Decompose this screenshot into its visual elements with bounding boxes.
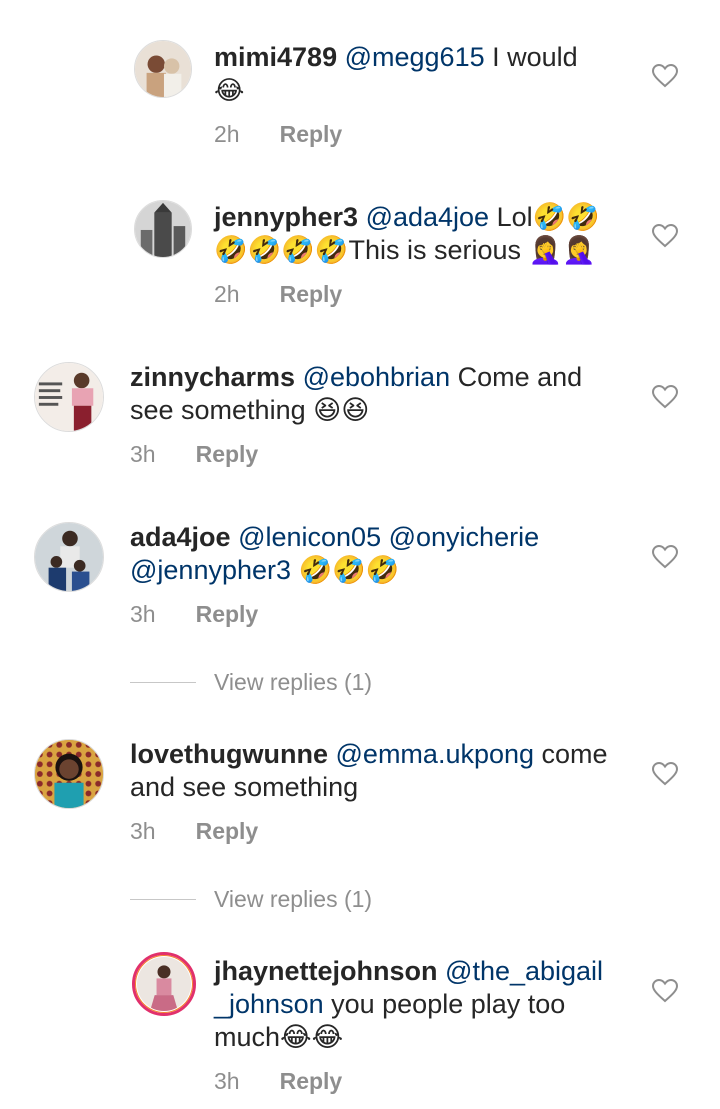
heart-icon[interactable] <box>652 224 678 248</box>
reply-button[interactable]: Reply <box>196 601 259 628</box>
comment-username[interactable]: zinnycharms <box>130 362 295 392</box>
avatar <box>137 957 191 1011</box>
reply-button[interactable]: Reply <box>196 441 259 468</box>
comment-body: Come and <box>450 362 583 392</box>
comment-body: Lol🤣🤣 <box>489 202 600 232</box>
comment-text: lovethugwunne @emma.ukpong come and see … <box>130 738 610 804</box>
comment-body-cont: 🤣🤣🤣🤣This is serious 🤦‍♀️🤦‍♀️ <box>214 235 596 265</box>
comment-meta: 3h Reply <box>214 1068 342 1095</box>
avatar-image <box>35 523 103 591</box>
heart-icon[interactable] <box>652 64 678 88</box>
reply-button[interactable]: Reply <box>280 121 343 148</box>
comment-time: 2h <box>214 121 240 147</box>
avatar[interactable] <box>34 739 104 809</box>
comment-body: I would <box>484 42 578 72</box>
comment-body: you people play too <box>323 989 566 1019</box>
comment-meta: 2h Reply <box>214 281 342 308</box>
comment-mention[interactable]: @ebohbrian <box>303 362 451 392</box>
comment-username[interactable]: jennypher3 <box>214 202 358 232</box>
avatar-image <box>135 41 191 97</box>
comment-mention[interactable]: @the_abigail <box>445 956 603 986</box>
comment-time: 3h <box>130 818 156 844</box>
comment-text: zinnycharms @ebohbrian Come and see some… <box>130 361 610 427</box>
comment-body-cont: 😂 <box>214 76 245 106</box>
divider <box>130 682 196 683</box>
comments-feed: mimi4789 @megg615 I would 😂 2h Reply jen… <box>0 0 720 1109</box>
avatar-image <box>35 363 103 431</box>
view-replies-button[interactable]: View replies (1) <box>130 669 372 696</box>
heart-icon[interactable] <box>652 979 678 1003</box>
comment-body-cont: see something 😆😆 <box>130 395 370 425</box>
comment-username[interactable]: lovethugwunne <box>130 739 328 769</box>
comment-username[interactable]: jhaynettejohnson <box>214 956 438 986</box>
reply-button[interactable]: Reply <box>196 818 259 845</box>
comment-mention[interactable]: @emma.ukpong <box>336 739 535 769</box>
divider <box>130 899 196 900</box>
comment-time: 2h <box>214 281 240 307</box>
comment-mention[interactable]: @onyicherie <box>389 522 539 552</box>
comment-username[interactable]: ada4joe <box>130 522 231 552</box>
comment-body-cont: much😂😂 <box>214 1022 344 1052</box>
comment-body-cont: and see something <box>130 772 359 802</box>
avatar-image <box>135 201 191 257</box>
comment-username[interactable]: mimi4789 <box>214 42 337 72</box>
comment-mention[interactable]: @jennypher3 <box>130 555 291 585</box>
comment-mention-cont[interactable]: _johnson <box>214 989 324 1019</box>
comment-meta: 3h Reply <box>130 441 258 468</box>
comment-text: mimi4789 @megg615 I would 😂 <box>214 41 694 108</box>
comment-text: ada4joe @lenicon05 @onyicherie @jennyphe… <box>130 521 610 587</box>
comment-meta: 3h Reply <box>130 601 258 628</box>
heart-icon[interactable] <box>652 385 678 409</box>
comment-mention[interactable]: @lenicon05 <box>238 522 381 552</box>
comment-mention[interactable]: @ada4joe <box>366 202 490 232</box>
comment-meta: 3h Reply <box>130 818 258 845</box>
comment-body: come <box>534 739 608 769</box>
reply-button[interactable]: Reply <box>280 281 343 308</box>
reply-button[interactable]: Reply <box>280 1068 343 1095</box>
heart-icon[interactable] <box>652 545 678 569</box>
avatar-image <box>35 740 103 808</box>
comment-time: 3h <box>130 601 156 627</box>
avatar-image <box>137 957 191 1011</box>
avatar[interactable] <box>34 522 104 592</box>
view-replies-label: View replies (1) <box>214 886 373 912</box>
avatar[interactable] <box>34 362 104 432</box>
comment-mention[interactable]: @megg615 <box>345 42 485 72</box>
view-replies-label: View replies (1) <box>214 669 373 695</box>
avatar[interactable] <box>134 200 192 258</box>
comment-time: 3h <box>214 1068 240 1094</box>
comment-text: jennypher3 @ada4joe Lol🤣🤣 🤣🤣🤣🤣This is se… <box>214 201 634 267</box>
view-replies-button[interactable]: View replies (1) <box>130 886 372 913</box>
avatar[interactable] <box>134 40 192 98</box>
avatar-with-story-ring[interactable] <box>132 952 196 1016</box>
heart-icon[interactable] <box>652 762 678 786</box>
comment-text: jhaynettejohnson @the_abigail _johnson y… <box>214 955 634 1054</box>
comment-meta: 2h Reply <box>214 121 342 148</box>
comment-body-cont: 🤣🤣🤣 <box>291 555 400 585</box>
comment-time: 3h <box>130 441 156 467</box>
